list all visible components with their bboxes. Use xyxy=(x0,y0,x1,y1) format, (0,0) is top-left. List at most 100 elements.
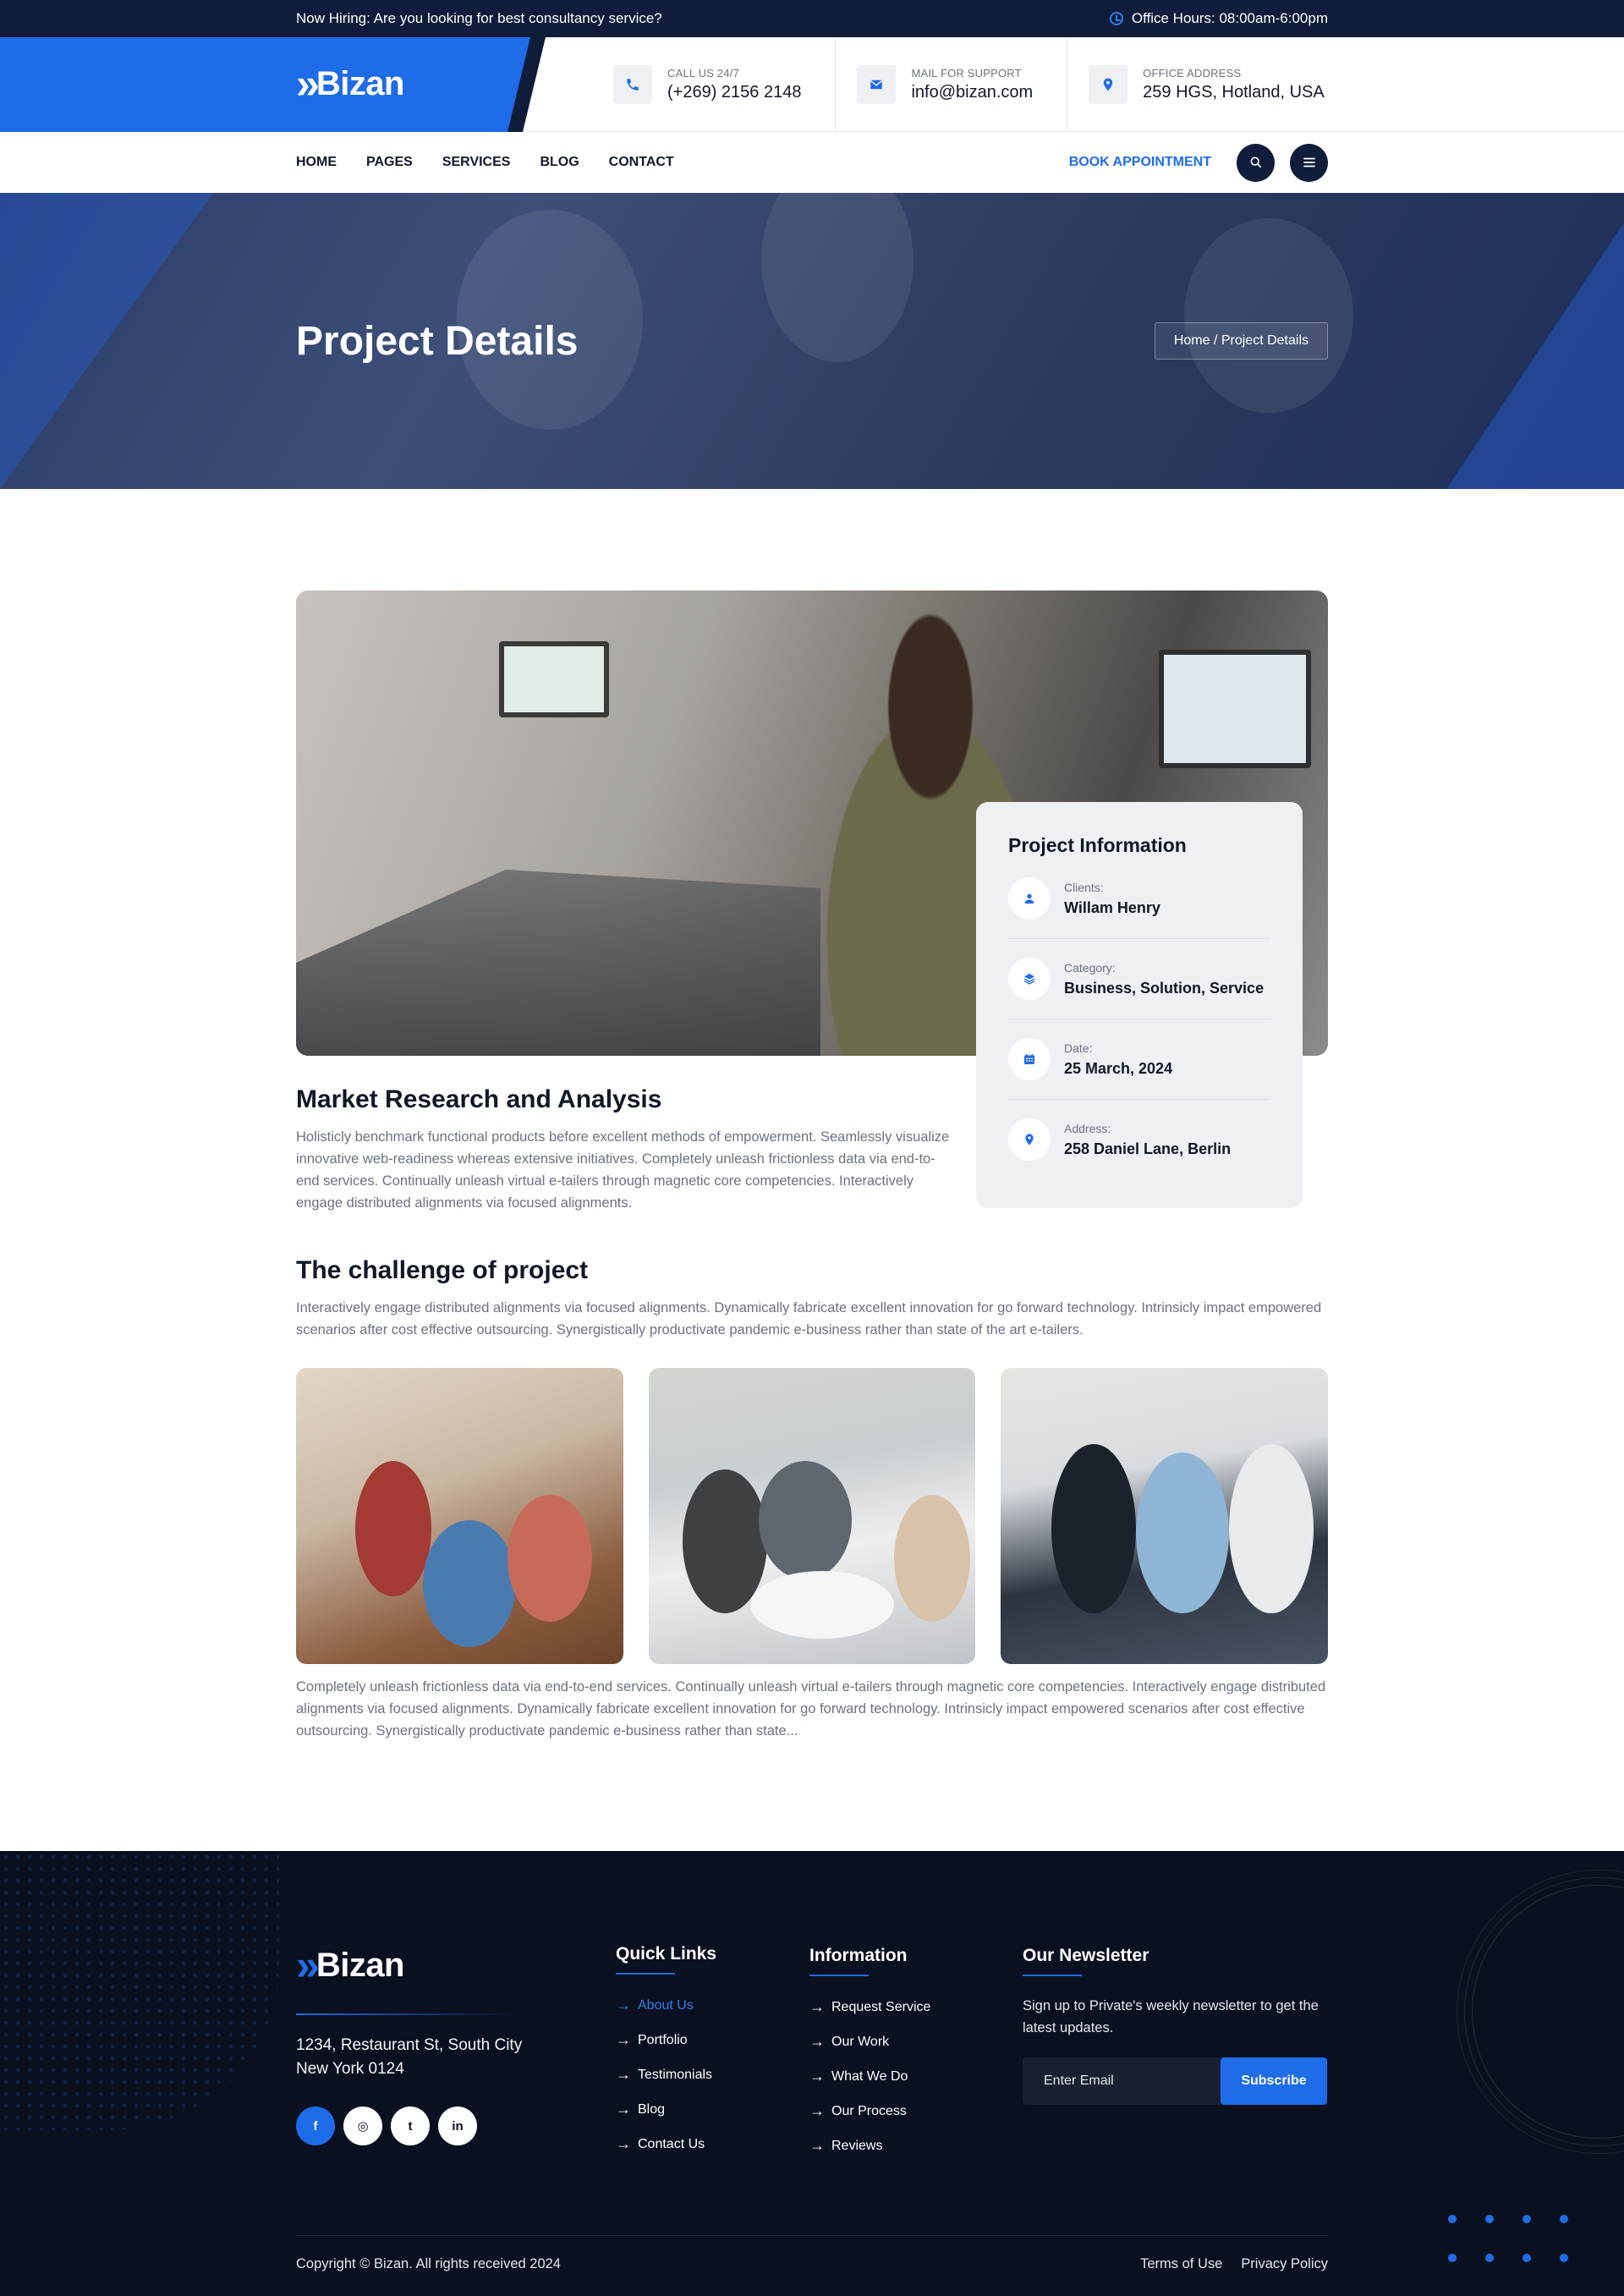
contact-mail[interactable]: MAIL FOR SUPPORT info@bizan.com xyxy=(836,37,1068,132)
footer-link-what-we-do[interactable]: → What We Do xyxy=(809,2068,930,2085)
footer-link-portfolio[interactable]: → Portfolio xyxy=(616,2031,716,2049)
header-contacts: CALL US 24/7 (+269) 2156 2148 MAIL FOR S… xyxy=(592,37,1358,132)
terms-link[interactable]: Terms of Use xyxy=(1140,2256,1222,2272)
section-paragraph: Holisticly benchmark functional products… xyxy=(296,1129,950,1211)
footer-link-request-service[interactable]: → Request Service xyxy=(809,1998,930,2016)
twitter-icon[interactable]: t xyxy=(391,2106,430,2145)
info-row-clients: Clients: Willam Henry xyxy=(1008,876,1270,939)
hero-accent-shape xyxy=(1446,222,1624,489)
office-hours: Office Hours: 08:00am-6:00pm xyxy=(1109,10,1328,27)
nav-item-blog[interactable]: BLOG xyxy=(540,155,579,170)
logo-text: Bizan xyxy=(315,1946,405,1984)
arrow-right-icon: → xyxy=(809,2068,825,2085)
info-label: Date: xyxy=(1064,1041,1093,1055)
arrow-right-icon: → xyxy=(809,2033,825,2050)
nav-item-services[interactable]: SERVICES xyxy=(442,155,511,170)
footer-link-testimonials[interactable]: → Testimonials xyxy=(616,2066,716,2084)
column-underline xyxy=(1023,1975,1082,1976)
footer-link-reviews[interactable]: → Reviews xyxy=(809,2137,930,2155)
gallery-image xyxy=(296,1368,623,1664)
nav-actions: BOOK APPOINTMENT xyxy=(1069,143,1328,182)
arrow-right-icon: → xyxy=(809,1998,825,2015)
site-footer: » Bizan 1234, Restaurant St, South City … xyxy=(0,1851,1624,2296)
copyright-text: Copyright © Bizan. All rights received 2… xyxy=(296,2256,561,2271)
page-hero: Project Details Home / Project Details xyxy=(0,193,1624,489)
location-icon xyxy=(1089,65,1128,104)
subscribe-button[interactable]: Subscribe xyxy=(1221,2057,1327,2105)
main-nav: HOME PAGES SERVICES BLOG CONTACT BOOK AP… xyxy=(0,132,1624,193)
info-value: Business, Solution, Service xyxy=(1064,979,1265,997)
column-title: Information xyxy=(809,1946,908,1965)
nav-item-home[interactable]: HOME xyxy=(296,155,337,170)
privacy-link[interactable]: Privacy Policy xyxy=(1241,2256,1328,2272)
arc-decoration xyxy=(1472,1885,1624,2139)
address-line: New York 0124 xyxy=(296,2060,404,2078)
nav-item-pages[interactable]: PAGES xyxy=(366,155,413,170)
calendar-icon xyxy=(1008,1038,1051,1080)
facebook-icon[interactable]: f xyxy=(296,2106,335,2145)
market-research-section: Market Research and Analysis Holisticly … xyxy=(296,1085,956,1214)
footer-link-blog[interactable]: → Blog xyxy=(616,2101,716,2118)
arrow-right-icon: → xyxy=(616,2066,631,2083)
info-label: Clients: xyxy=(1064,880,1104,894)
contact-value: (+269) 2156 2148 xyxy=(667,83,802,102)
nav-item-contact[interactable]: CONTACT xyxy=(609,155,674,170)
section-heading: Market Research and Analysis xyxy=(296,1085,662,1113)
footer-logo[interactable]: » Bizan xyxy=(296,1944,550,1986)
dot-pattern-decoration xyxy=(0,1851,279,2130)
info-label: Category: xyxy=(1064,960,1116,975)
breadcrumb[interactable]: Home / Project Details xyxy=(1154,322,1328,360)
image-desk-shape xyxy=(296,870,820,1056)
menu-button[interactable] xyxy=(1290,143,1328,182)
divider xyxy=(296,2013,516,2015)
linkedin-icon[interactable]: in xyxy=(438,2106,477,2145)
nav-menu: HOME PAGES SERVICES BLOG CONTACT xyxy=(296,155,674,170)
layers-icon xyxy=(1008,958,1051,1000)
section-paragraph: Interactively engage distributed alignme… xyxy=(296,1300,1322,1338)
newsletter-form: Subscribe xyxy=(1023,2057,1327,2105)
phone-icon xyxy=(613,65,652,104)
instagram-icon[interactable]: ◎ xyxy=(343,2106,382,2145)
contact-phone[interactable]: CALL US 24/7 (+269) 2156 2148 xyxy=(592,37,837,132)
closing-paragraph: Completely unleash frictionless data via… xyxy=(296,1679,1326,1738)
info-value: Willam Henry xyxy=(1064,898,1160,916)
user-icon xyxy=(1008,877,1051,920)
footer-link-about-us[interactable]: → About Us xyxy=(616,1997,716,2014)
contact-label: MAIL FOR SUPPORT xyxy=(911,67,1022,80)
search-button[interactable] xyxy=(1237,143,1275,182)
column-underline xyxy=(809,1975,869,1976)
project-info-title: Project Information xyxy=(1008,834,1187,856)
footer-bottom: Copyright © Bizan. All rights received 2… xyxy=(296,2235,1328,2272)
clock-icon xyxy=(1109,12,1123,25)
info-value: 258 Daniel Lane, Berlin xyxy=(1064,1140,1232,1157)
quick-links-column: Quick Links → About Us → Portfolio → Testim… xyxy=(616,1944,716,2170)
info-row-category: Category: Business, Solution, Service xyxy=(1008,956,1270,1019)
contact-label: OFFICE ADDRESS xyxy=(1143,67,1242,80)
book-appointment-link[interactable]: BOOK APPOINTMENT xyxy=(1069,155,1211,170)
email-input[interactable] xyxy=(1023,2057,1221,2105)
info-row-date: Date: 25 March, 2024 xyxy=(1008,1036,1270,1100)
location-icon xyxy=(1008,1118,1051,1161)
arrow-right-icon: → xyxy=(616,2135,631,2152)
logo[interactable]: » Bizan xyxy=(296,60,405,107)
search-icon xyxy=(1250,157,1261,168)
hiring-text: Now Hiring: Are you looking for best con… xyxy=(296,10,662,26)
column-underline xyxy=(616,1973,675,1975)
footer-link-our-work[interactable]: → Our Work xyxy=(809,2033,930,2051)
logo-mark-icon: » xyxy=(296,60,320,107)
image-monitor-shape xyxy=(499,641,609,717)
logo-mark-icon: » xyxy=(296,1942,320,1989)
footer-link-our-process[interactable]: → Our Process xyxy=(809,2102,930,2120)
info-row-address: Address: 258 Daniel Lane, Berlin xyxy=(1008,1117,1270,1179)
contact-address[interactable]: OFFICE ADDRESS 259 HGS, Hotland, USA xyxy=(1067,37,1358,132)
gallery-image xyxy=(1001,1368,1329,1664)
project-info-card: Project Information Clients: Willam Henr… xyxy=(976,802,1303,1208)
arrow-right-icon: → xyxy=(616,1997,631,2013)
arrow-right-icon: → xyxy=(809,2137,825,2154)
contact-value: 259 HGS, Hotland, USA xyxy=(1143,83,1325,102)
logo-text: Bizan xyxy=(315,64,405,102)
address-line: 1234, Restaurant St, South City xyxy=(296,2036,523,2054)
footer-address: 1234, Restaurant St, South City New York… xyxy=(296,2034,550,2081)
footer-link-contact-us[interactable]: → Contact Us xyxy=(616,2135,716,2153)
office-hours-text: Office Hours: 08:00am-6:00pm xyxy=(1131,10,1328,26)
